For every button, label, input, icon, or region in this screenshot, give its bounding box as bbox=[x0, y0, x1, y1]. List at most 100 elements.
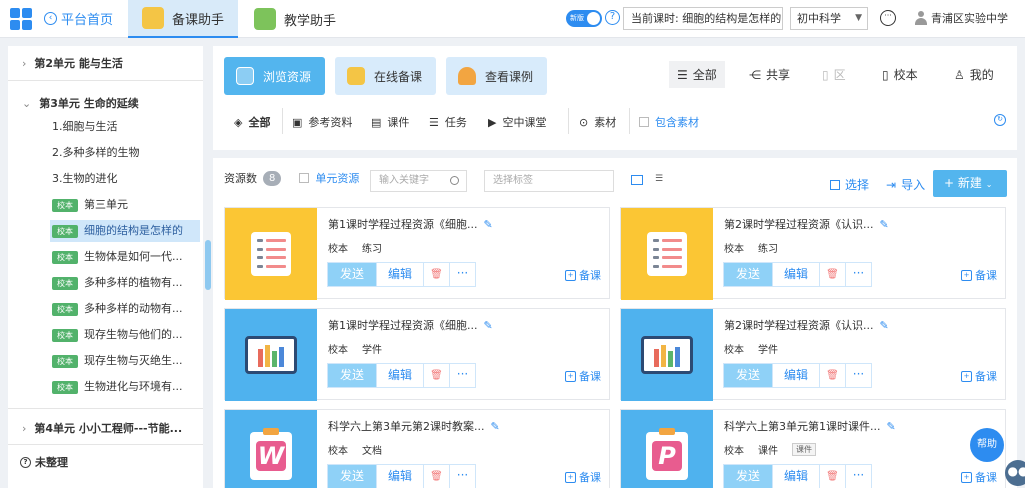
pencil-icon[interactable]: ✎ bbox=[880, 319, 889, 332]
sidebar-item-school[interactable]: 校本 生物进化与环境有... bbox=[50, 376, 200, 398]
scope-mine[interactable]: ♙ 我的 bbox=[954, 66, 994, 83]
edit-button[interactable]: 编辑 bbox=[772, 364, 819, 387]
keyword-search-input[interactable]: 输入关键字 bbox=[370, 170, 467, 192]
new-button[interactable]: + 新建 ⌄ bbox=[933, 170, 1007, 197]
prep-button[interactable]: + 备课 bbox=[961, 469, 997, 485]
resource-card[interactable]: W 科学六上第3单元第2课时教案... ✎ 校本 文档 发送 编辑 🗑 ··· + 备… bbox=[224, 409, 610, 488]
sidebar-item-school[interactable]: 校本 多种多样的动物有... bbox=[50, 298, 200, 320]
pencil-icon[interactable]: ✎ bbox=[491, 420, 500, 433]
help-button[interactable]: 帮助 bbox=[970, 428, 1004, 462]
prep-button[interactable]: + 备课 bbox=[565, 267, 601, 283]
list-view-icon[interactable]: ☰ bbox=[655, 175, 667, 185]
send-button[interactable]: 发送 bbox=[328, 364, 376, 387]
send-button[interactable]: 发送 bbox=[328, 465, 376, 488]
include-material-checkbox[interactable]: 包含素材 bbox=[639, 114, 699, 130]
more-icon[interactable]: ··· bbox=[845, 263, 871, 286]
send-button[interactable]: 发送 bbox=[724, 364, 772, 387]
type-reference[interactable]: ▣ 参考资料 bbox=[292, 114, 352, 130]
refresh-icon[interactable]: ↻ bbox=[994, 114, 1006, 126]
pencil-icon[interactable]: ✎ bbox=[484, 319, 493, 332]
message-icon[interactable]: ··· bbox=[880, 10, 896, 26]
sidebar-untidy[interactable]: ? 未整理 bbox=[20, 454, 68, 470]
prep-button[interactable]: + 备课 bbox=[565, 368, 601, 384]
type-all[interactable]: ◈ 全部 bbox=[234, 114, 270, 130]
trash-icon[interactable]: 🗑 bbox=[423, 263, 449, 286]
resource-card[interactable]: P 科学六上第3单元第1课时课件... ✎ 校本 课件 课件 发送 编辑 🗑 ··· … bbox=[620, 409, 1006, 488]
type-courseware[interactable]: ▤ 课件 bbox=[371, 114, 409, 130]
prep-button[interactable]: + 备课 bbox=[565, 469, 601, 485]
card-title[interactable]: 第2课时学程过程资源《认识... ✎ bbox=[724, 216, 974, 232]
card-title[interactable]: 第2课时学程过程资源《认识... ✎ bbox=[724, 317, 974, 333]
resource-card[interactable]: 第1课时学程过程资源《细胞... ✎ 校本 学件 发送 编辑 🗑 ··· + 备课 bbox=[224, 308, 610, 401]
unit-resource-checkbox[interactable] bbox=[299, 173, 310, 183]
trash-icon[interactable]: 🗑 bbox=[423, 465, 449, 488]
online-lesson-button[interactable]: 在线备课 bbox=[335, 57, 436, 95]
sidebar-unit-3[interactable]: ⌄ 第3单元 生命的延续 bbox=[8, 95, 203, 111]
edit-button[interactable]: 编辑 bbox=[772, 263, 819, 286]
sidebar-collapse-handle[interactable] bbox=[205, 240, 211, 290]
app-grid-icon[interactable] bbox=[10, 8, 32, 30]
trash-icon[interactable]: 🗑 bbox=[819, 364, 845, 387]
sidebar-item-school[interactable]: 校本 多种多样的植物有... bbox=[50, 272, 200, 294]
grid-view-icon[interactable] bbox=[631, 175, 643, 185]
current-lesson-field[interactable]: 当前课时: 细胞的结构是怎样的 bbox=[623, 7, 783, 30]
edit-button[interactable]: 编辑 bbox=[772, 465, 819, 488]
more-icon[interactable]: ··· bbox=[845, 465, 871, 488]
browse-resources-button[interactable]: 浏览资源 bbox=[224, 57, 325, 95]
chat-bubble-icon[interactable]: ●● bbox=[1005, 460, 1025, 486]
more-icon[interactable]: ··· bbox=[449, 364, 475, 387]
trash-icon[interactable]: 🗑 bbox=[423, 364, 449, 387]
more-icon[interactable]: ··· bbox=[449, 263, 475, 286]
sidebar-item-school[interactable]: 校本 现存生物与灭绝生... bbox=[50, 350, 200, 372]
prep-button[interactable]: + 备课 bbox=[961, 267, 997, 283]
resource-card[interactable]: 第2课时学程过程资源《认识... ✎ 校本 学件 发送 编辑 🗑 ··· + 备课 bbox=[620, 308, 1006, 401]
more-icon[interactable]: ··· bbox=[449, 465, 475, 488]
sidebar-item-school[interactable]: 校本 现存生物与他们的... bbox=[50, 324, 200, 346]
type-task[interactable]: ☰ 任务 bbox=[429, 114, 467, 130]
more-icon[interactable]: ··· bbox=[845, 364, 871, 387]
sidebar-unit-2[interactable]: › 第2单元 能与生活 bbox=[8, 55, 203, 71]
pencil-icon[interactable]: ✎ bbox=[880, 218, 889, 231]
import-button[interactable]: ⇥ 导入 bbox=[886, 176, 925, 193]
scope-all[interactable]: ☰ 全部 bbox=[669, 61, 725, 88]
subject-select[interactable]: 初中科学 ▼ bbox=[790, 7, 868, 30]
send-button[interactable]: 发送 bbox=[724, 465, 772, 488]
tag-select-input[interactable]: 选择标签 bbox=[484, 170, 614, 192]
pencil-icon[interactable]: ✎ bbox=[484, 218, 493, 231]
send-button[interactable]: 发送 bbox=[328, 263, 376, 286]
trash-icon[interactable]: 🗑 bbox=[819, 465, 845, 488]
view-cases-button[interactable]: 查看课例 bbox=[446, 57, 547, 95]
help-question-icon[interactable]: ? bbox=[605, 10, 620, 25]
prep-button[interactable]: + 备课 bbox=[961, 368, 997, 384]
sidebar-item-school-active[interactable]: 校本 细胞的结构是怎样的 bbox=[50, 220, 200, 242]
resource-card[interactable]: 第2课时学程过程资源《认识... ✎ 校本 练习 发送 编辑 🗑 ··· + 备课 bbox=[620, 207, 1006, 300]
scope-shared[interactable]: ⋲ 共享 bbox=[749, 66, 790, 83]
new-version-toggle[interactable]: 新版 bbox=[566, 10, 602, 27]
sidebar-item-lesson[interactable]: 1.细胞与生活 bbox=[50, 116, 200, 138]
platform-home-link[interactable]: ‹ 平台首页 bbox=[44, 9, 113, 28]
select-button[interactable]: 选择 bbox=[830, 176, 869, 193]
type-air-class[interactable]: ▶ 空中课堂 bbox=[488, 114, 546, 130]
card-title[interactable]: 科学六上第3单元第1课时课件... ✎ bbox=[724, 418, 974, 434]
tab-teaching-assistant[interactable]: 教学助手 bbox=[240, 0, 350, 38]
edit-button[interactable]: 编辑 bbox=[376, 263, 423, 286]
tab-lesson-prep[interactable]: 备课助手 bbox=[128, 0, 239, 38]
card-title[interactable]: 第1课时学程过程资源《细胞... ✎ bbox=[328, 216, 578, 232]
card-title[interactable]: 科学六上第3单元第2课时教案... ✎ bbox=[328, 418, 578, 434]
edit-button[interactable]: 编辑 bbox=[376, 465, 423, 488]
edit-button[interactable]: 编辑 bbox=[376, 364, 423, 387]
pencil-icon[interactable]: ✎ bbox=[887, 420, 896, 433]
sidebar-item-lesson[interactable]: 3.生物的进化 bbox=[50, 168, 200, 190]
trash-icon[interactable]: 🗑 bbox=[819, 263, 845, 286]
sidebar-item-lesson[interactable]: 2.多种多样的生物 bbox=[50, 142, 200, 164]
user-menu[interactable]: 青浦区实验中学 bbox=[915, 10, 1008, 26]
send-button[interactable]: 发送 bbox=[724, 263, 772, 286]
type-material[interactable]: ⊙ 素材 bbox=[579, 114, 616, 130]
scope-school[interactable]: ▯ 校本 bbox=[882, 66, 918, 83]
resource-card[interactable]: 第1课时学程过程资源《细胞... ✎ 校本 练习 发送 编辑 🗑 ··· + 备课 bbox=[224, 207, 610, 300]
sidebar-item-school[interactable]: 校本 生物体是如何一代... bbox=[50, 246, 200, 268]
search-icon[interactable] bbox=[450, 176, 459, 185]
sidebar-unit-4[interactable]: › 第4单元 小小工程师---节能... bbox=[8, 420, 203, 436]
card-title[interactable]: 第1课时学程过程资源《细胞... ✎ bbox=[328, 317, 578, 333]
sidebar-item-school[interactable]: 校本 第三单元 bbox=[50, 194, 200, 216]
